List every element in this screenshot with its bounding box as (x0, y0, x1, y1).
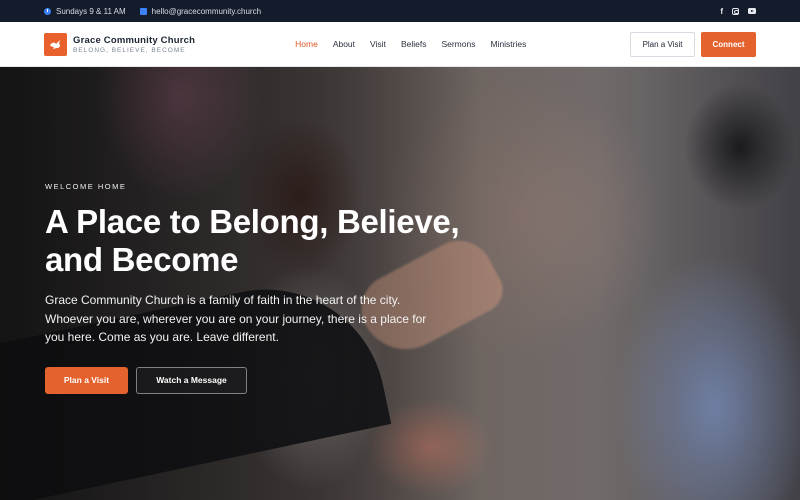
top-info-bar: Sundays 9 & 11 AM hello@gracecommunity.c… (0, 0, 800, 22)
nav-about[interactable]: About (333, 39, 355, 49)
mail-icon (139, 7, 147, 15)
clock-icon (44, 7, 51, 15)
youtube-icon[interactable] (748, 8, 756, 14)
hero-content: WELCOME HOME A Place to Belong, Believe,… (45, 182, 495, 394)
hero-plan-visit-button[interactable]: Plan a Visit (45, 366, 128, 394)
nav-home[interactable]: Home (295, 39, 318, 49)
hero-section: WELCOME HOME A Place to Belong, Believe,… (0, 67, 800, 500)
service-times-text: Sundays 9 & 11 AM (56, 6, 126, 16)
nav-ministries[interactable]: Ministries (490, 39, 526, 49)
dove-icon (50, 39, 61, 49)
main-nav: Home About Visit Beliefs Sermons Ministr… (295, 39, 526, 49)
hero-eyebrow: WELCOME HOME (45, 182, 127, 191)
site-tagline: BELONG, BELIEVE, BECOME (73, 46, 186, 54)
plan-visit-button[interactable]: Plan a Visit (630, 31, 695, 57)
facebook-icon[interactable]: f (720, 7, 723, 16)
header-actions: Plan a Visit Connect (630, 31, 756, 57)
email-link[interactable]: hello@gracecommunity.church (152, 7, 261, 16)
hero-lead: Grace Community Church is a family of fa… (45, 293, 427, 344)
hero-cta-row: Plan a Visit Watch a Message (45, 366, 495, 394)
watch-message-button[interactable]: Watch a Message (136, 366, 247, 394)
site-header: Grace Community Church BELONG, BELIEVE, … (0, 22, 800, 67)
connect-button[interactable]: Connect (701, 31, 756, 57)
nav-beliefs[interactable]: Beliefs (401, 39, 427, 49)
logo-text[interactable]: Grace Community Church BELONG, BELIEVE, … (73, 35, 195, 54)
site-title[interactable]: Grace Community Church (73, 35, 195, 46)
nav-visit[interactable]: Visit (370, 39, 386, 49)
contact-email[interactable]: hello@gracecommunity.church (139, 7, 261, 16)
hero-headline: A Place to Belong, Believe, and Become (45, 203, 460, 278)
nav-sermons[interactable]: Sermons (441, 39, 475, 49)
church-logo[interactable] (44, 32, 67, 56)
service-times: Sundays 9 & 11 AM (44, 7, 126, 16)
social-links: f (720, 7, 756, 16)
instagram-icon[interactable] (732, 7, 739, 15)
